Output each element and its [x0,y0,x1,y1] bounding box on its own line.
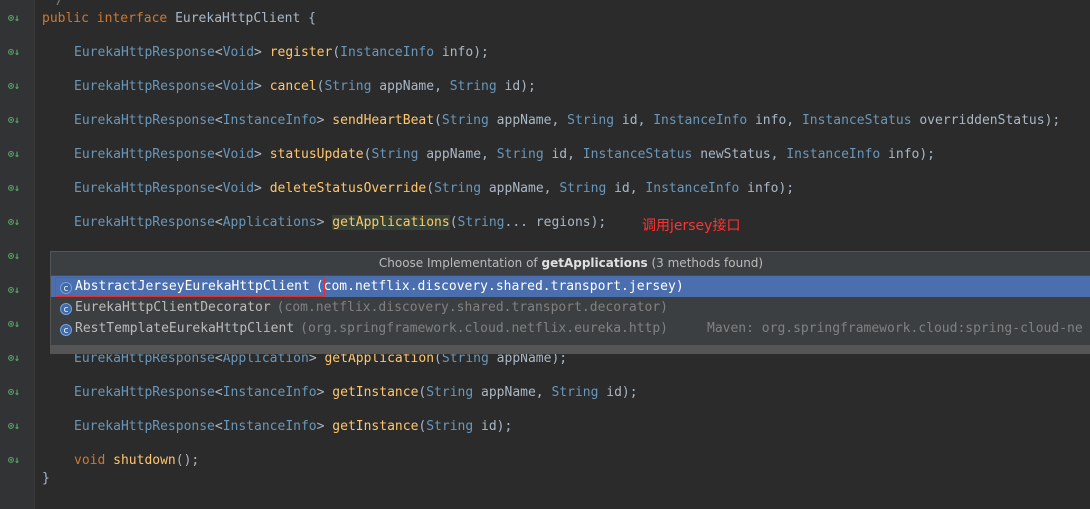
return-type: EurekaHttpResponse [74,79,215,94]
implemented-interface-icon[interactable]: ⊙↓ [8,12,24,26]
method-name: getInstance [332,419,419,434]
return-type: EurekaHttpResponse [74,419,215,434]
generic-type: InstanceInfo [222,113,317,128]
editor-gutter: ⊙↓ ⊙↓ ⊙↓ ⊙↓ ⊙↓ ⊙↓ ⊙↓ ⊙↓ ⊙↓ ⊙↓ ⊙↓ ⊙↓ ⊙↓ ⊙… [0,0,35,509]
implementation-name: EurekaHttpClientDecorator [75,300,271,315]
implemented-method-icon[interactable]: ⊙↓ [8,46,24,60]
popup-title-count: (3 methods found) [651,256,764,270]
return-type: EurekaHttpResponse [74,113,215,128]
method-name-highlighted[interactable]: getApplications [332,215,450,230]
implementation-package: (com.netflix.discovery.shared.transport.… [315,279,684,294]
method-name: cancel [269,79,317,94]
method-line-shutdown: void shutdown(); [74,453,200,468]
method-name: register [269,45,333,60]
annotation-label: 调用jersey接口 [642,218,741,234]
interface-name: EurekaHttpClient [175,11,301,26]
return-type: EurekaHttpResponse [74,147,215,162]
implementation-package: (org.springframework.cloud.netflix.eurek… [300,321,669,336]
class-icon: c [60,324,72,336]
implemented-method-icon[interactable]: ⊙↓ [8,318,24,332]
method-name: shutdown [113,453,176,468]
implementation-item[interactable]: c AbstractJerseyEurekaHttpClient (com.netf… [51,276,1090,297]
popup-title-prefix: Choose Implementation of [378,256,538,270]
implemented-method-icon[interactable]: ⊙↓ [8,250,24,264]
implemented-method-icon[interactable]: ⊙↓ [8,386,24,400]
generic-type: Void [222,147,255,162]
choose-implementation-popup[interactable]: Choose Implementation of getApplications… [50,251,1090,354]
return-type: EurekaHttpResponse [74,181,215,196]
method-params: String appName, String id [426,385,622,400]
return-type: EurekaHttpResponse [74,45,215,60]
implementation-item[interactable]: c RestTemplateEurekaHttpClient (org.spring… [51,318,1090,339]
implemented-method-icon[interactable]: ⊙↓ [8,284,24,298]
interface-declaration: public interface EurekaHttpClient { [42,10,316,28]
method-name: deleteStatusOverride [269,181,427,196]
highlight-box [55,277,325,297]
method-name: statusUpdate [269,147,364,162]
implemented-method-icon[interactable]: ⊙↓ [8,114,24,128]
keyword-public: public [42,11,89,26]
method-name: getInstance [332,385,419,400]
method-params: String appName, String id, InstanceInfo … [441,113,1045,128]
implemented-method-icon[interactable]: ⊙↓ [8,148,24,162]
return-type: EurekaHttpResponse [74,215,215,230]
method-params: String appName, String id, InstanceStatu… [371,147,920,162]
method-params: String appName, String id [324,79,521,94]
implementation-package: (com.netflix.discovery.shared.transport.… [276,300,669,315]
method-line-cancel: EurekaHttpResponse<Void> cancel(String a… [74,79,536,94]
method-params: String id [426,419,497,434]
method-params: String appName, String id, InstanceInfo … [434,181,779,196]
method-line-getinstance: EurekaHttpResponse<InstanceInfo> getInst… [74,419,513,434]
method-line-register: EurekaHttpResponse<Void> register(Instan… [74,45,489,60]
close-brace: } [42,471,50,486]
generic-type: Void [222,181,255,196]
implemented-method-icon[interactable]: ⊙↓ [8,182,24,196]
keyword-interface: interface [96,11,168,26]
implemented-method-icon[interactable]: ⊙↓ [8,454,24,468]
implementation-name: RestTemplateEurekaHttpClient [75,321,295,336]
implementation-item[interactable]: c EurekaHttpClientDecorator (com.netflix.d… [51,297,1090,318]
class-icon: c [60,303,72,315]
comment-end: */ [48,0,64,8]
maven-library-label: Maven: org.springframework.cloud:spring-… [707,321,1083,336]
generic-type: Void [222,45,255,60]
method-name: sendHeartBeat [332,113,435,128]
method-line-getinstance: EurekaHttpResponse<InstanceInfo> getInst… [74,385,638,400]
implemented-method-icon[interactable]: ⊙↓ [8,216,24,230]
popup-title-method: getApplications [541,256,648,270]
implemented-method-icon[interactable]: ⊙↓ [8,352,24,366]
method-line-getapplications: EurekaHttpResponse<Applications> getAppl… [74,215,607,230]
open-brace: { [308,11,316,26]
popup-title: Choose Implementation of getApplications… [51,252,1090,276]
method-params: InstanceInfo info [340,45,474,60]
method-line-deletestatusoverride: EurekaHttpResponse<Void> deleteStatusOve… [74,181,795,196]
generic-type: Void [222,79,255,94]
implemented-method-icon[interactable]: ⊙↓ [8,420,24,434]
generic-type: Applications [222,215,317,230]
implemented-method-icon[interactable]: ⊙↓ [8,80,24,94]
return-type: EurekaHttpResponse [74,385,215,400]
generic-type: InstanceInfo [222,419,317,434]
generic-type: InstanceInfo [222,385,317,400]
method-line-sendheartbeat: EurekaHttpResponse<InstanceInfo> sendHea… [74,113,1061,128]
method-line-statusupdate: EurekaHttpResponse<Void> statusUpdate(St… [74,147,936,162]
keyword-void: void [74,453,106,468]
popup-scrollbar[interactable] [51,345,1090,353]
method-params: String... regions [457,215,591,230]
